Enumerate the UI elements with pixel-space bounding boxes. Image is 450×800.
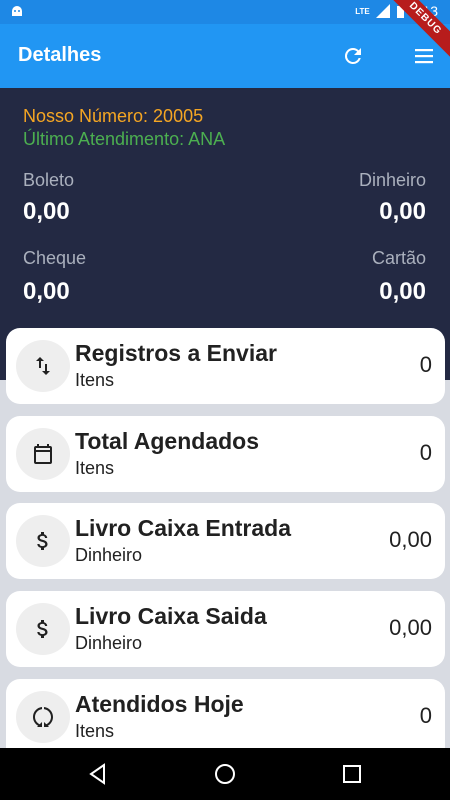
swap-vert-icon xyxy=(36,357,50,375)
card-title: Registros a Enviar xyxy=(75,340,277,366)
card-registros-a-enviar[interactable]: Registros a Enviar Itens 0 xyxy=(6,328,445,404)
card-subtitle: Itens xyxy=(75,370,115,390)
card-icon-circle xyxy=(16,340,70,392)
android-icon xyxy=(12,6,22,16)
page-title: Detalhes xyxy=(18,44,102,66)
dollar-icon xyxy=(37,532,48,550)
ultimo-atendimento: Último Atendimento: ANA xyxy=(23,129,226,149)
card-icon-circle xyxy=(16,428,70,480)
network-type: LTE xyxy=(355,6,370,16)
card-livro-caixa-saida[interactable]: Livro Caixa Saida Dinheiro 0,00 xyxy=(6,591,445,667)
cheque-label: Cheque xyxy=(23,248,87,268)
boleto-label: Boleto xyxy=(23,170,75,190)
refresh-icon[interactable] xyxy=(341,44,365,68)
signal-icon xyxy=(375,4,390,18)
card-subtitle: Itens xyxy=(75,721,115,741)
card-value: 0 xyxy=(419,440,432,465)
recents-icon[interactable] xyxy=(340,762,364,786)
dinheiro-value: 0,00 xyxy=(379,198,426,225)
card-icon-circle xyxy=(16,603,70,655)
card-livro-caixa-entrada[interactable]: Livro Caixa Entrada Dinheiro 0,00 xyxy=(6,503,445,579)
nosso-numero: Nosso Número: 20005 xyxy=(23,106,204,126)
progress-circle-icon xyxy=(33,707,53,727)
card-subtitle: Itens xyxy=(75,458,115,478)
calendar-icon xyxy=(34,444,52,464)
card-total-agendados[interactable]: Total Agendados Itens 0 xyxy=(6,416,445,492)
home-icon[interactable] xyxy=(213,762,237,786)
dollar-icon xyxy=(37,620,48,638)
card-title: Livro Caixa Entrada xyxy=(75,515,292,541)
card-value: 0 xyxy=(419,352,432,377)
card-atendidos-hoje[interactable]: Atendidos Hoje Itens 0 xyxy=(6,679,445,749)
cartao-label: Cartão xyxy=(371,248,426,268)
card-title: Livro Caixa Saida xyxy=(75,603,267,629)
card-subtitle: Dinheiro xyxy=(75,545,143,565)
card-icon-circle xyxy=(16,515,70,567)
cartao-value: 0,00 xyxy=(379,278,426,305)
card-icon-circle xyxy=(16,691,70,743)
status-bar: LTE 9:13 xyxy=(0,0,450,24)
card-subtitle: Dinheiro xyxy=(75,633,143,653)
card-title: Total Agendados xyxy=(75,428,259,454)
card-title: Atendidos Hoje xyxy=(75,691,244,717)
system-nav-bar xyxy=(0,748,450,800)
boleto-value: 0,00 xyxy=(23,198,70,225)
back-icon[interactable] xyxy=(86,762,110,786)
card-value: 0 xyxy=(419,703,432,728)
dinheiro-label: Dinheiro xyxy=(358,170,426,190)
menu-icon[interactable] xyxy=(412,44,436,68)
cheque-value: 0,00 xyxy=(23,278,70,305)
app-bar: Detalhes xyxy=(0,24,450,88)
card-value: 0,00 xyxy=(389,615,432,640)
card-value: 0,00 xyxy=(389,527,432,552)
